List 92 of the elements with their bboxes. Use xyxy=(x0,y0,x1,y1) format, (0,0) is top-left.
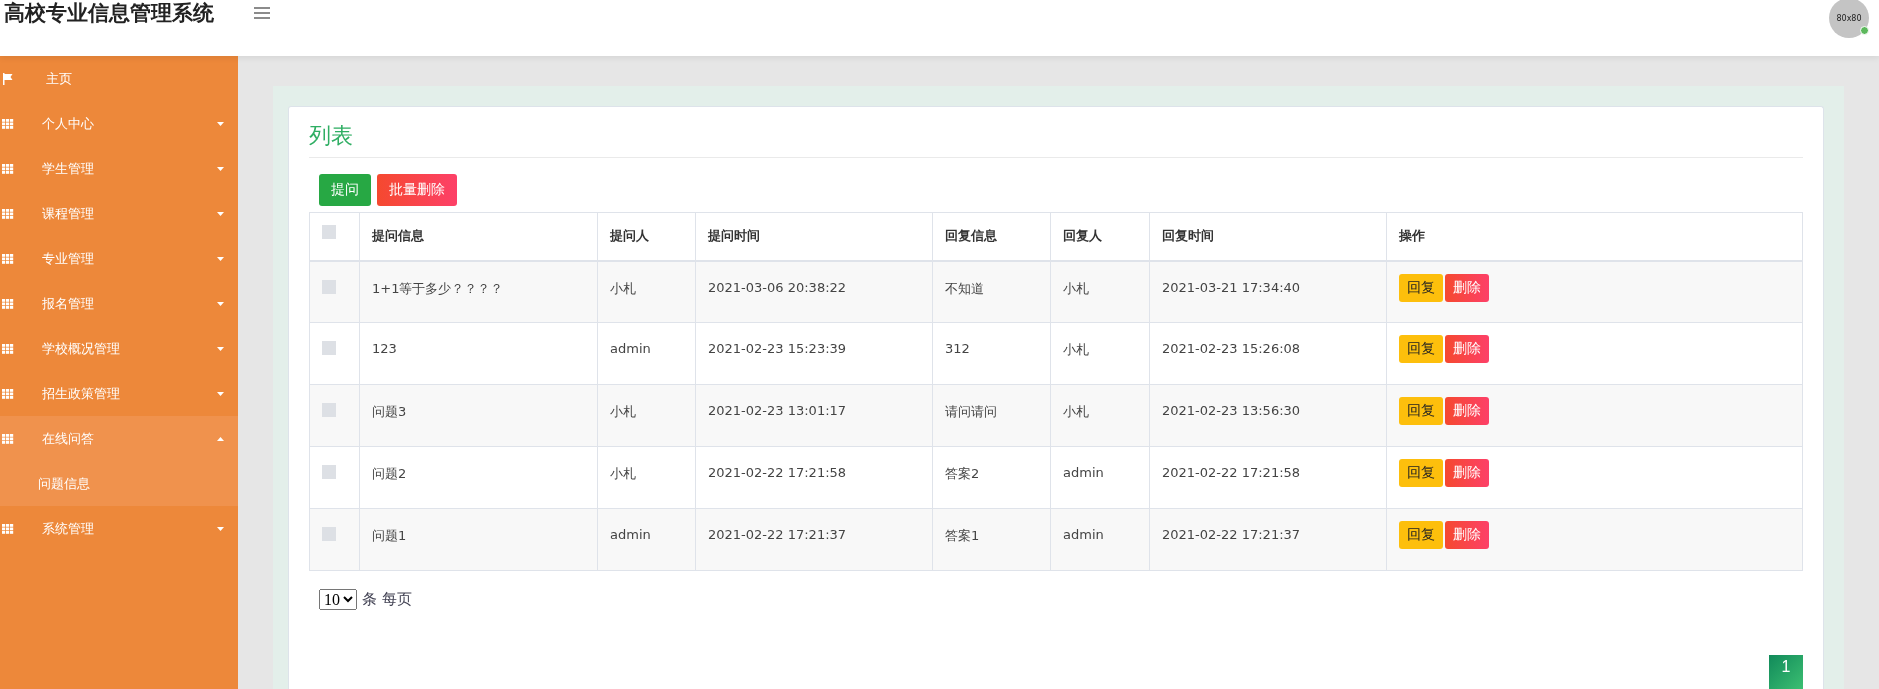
row-checkbox[interactable] xyxy=(322,341,336,355)
caret-icon xyxy=(217,391,224,396)
sidebar-item[interactable]: 学生管理 xyxy=(0,146,238,191)
reply-button[interactable]: 回复 xyxy=(1399,335,1443,363)
caret-icon xyxy=(217,526,224,531)
sidebar-item[interactable]: 在线问答 xyxy=(0,416,238,461)
grid-icon xyxy=(2,388,14,399)
column-header: 操作 xyxy=(1386,212,1803,261)
table-cell: admin xyxy=(597,508,696,571)
table-cell: admin xyxy=(1050,508,1150,571)
sidebar-item[interactable]: 个人中心 xyxy=(0,101,238,146)
reply-button[interactable]: 回复 xyxy=(1399,273,1443,302)
reply-button[interactable]: 回复 xyxy=(1399,459,1443,487)
page-size-label: 条 每页 xyxy=(362,590,412,609)
table-cell: 小札 xyxy=(1050,260,1150,323)
table-cell: 请问请问 xyxy=(932,384,1051,447)
row-checkbox[interactable] xyxy=(322,403,336,417)
sidebar-subitem[interactable]: 问题信息 xyxy=(0,461,238,506)
table-cell: 312 xyxy=(932,322,1051,385)
column-header: 回复信息 xyxy=(932,212,1051,261)
table-cell: 问题2 xyxy=(359,446,598,509)
column-header: 提问时间 xyxy=(695,212,933,261)
table-cell: 2021-03-06 20:38:22 xyxy=(695,260,933,323)
page-button[interactable]: 1 xyxy=(1769,655,1803,689)
sidebar-item[interactable]: 学校概况管理 xyxy=(0,326,238,371)
grid-icon xyxy=(2,523,14,534)
delete-button[interactable]: 删除 xyxy=(1445,459,1489,487)
menu-icon[interactable] xyxy=(254,7,270,19)
column-header: 回复时间 xyxy=(1149,212,1387,261)
reply-button[interactable]: 回复 xyxy=(1399,521,1443,549)
grid-icon xyxy=(2,253,14,264)
caret-icon xyxy=(217,211,224,216)
sidebar-item[interactable]: 专业管理 xyxy=(0,236,238,281)
row-checkbox[interactable] xyxy=(322,465,336,479)
page-size-select[interactable]: 10 xyxy=(319,589,357,610)
row-checkbox[interactable] xyxy=(322,527,336,541)
caret-icon xyxy=(217,121,224,126)
table-cell: 问题1 xyxy=(359,508,598,571)
table-cell: 问题3 xyxy=(359,384,598,447)
panel-title: 列表 xyxy=(309,121,1803,158)
table-cell: 2021-02-23 15:26:08 xyxy=(1149,322,1387,385)
table-cell: 2021-02-22 17:21:58 xyxy=(1149,446,1387,509)
table-cell: admin xyxy=(597,322,696,385)
delete-button[interactable]: 删除 xyxy=(1445,273,1489,302)
toolbar-button[interactable]: 批量删除 xyxy=(377,174,457,206)
caret-icon xyxy=(217,256,224,261)
grid-icon xyxy=(2,433,14,444)
table-cell: admin xyxy=(1050,446,1150,509)
caret-icon xyxy=(217,301,224,306)
table-cell: 2021-02-22 17:21:37 xyxy=(1149,508,1387,571)
column-header: 提问人 xyxy=(597,212,696,261)
table-cell: 小札 xyxy=(1050,322,1150,385)
table-cell: 1+1等于多少？？？？ xyxy=(359,260,598,323)
column-header: 提问信息 xyxy=(359,212,598,261)
table-cell: 2021-02-23 13:01:17 xyxy=(695,384,933,447)
table-cell: 2021-02-23 15:23:39 xyxy=(695,322,933,385)
table-cell: 2021-03-21 17:34:40 xyxy=(1149,260,1387,323)
table-cell: 答案1 xyxy=(932,508,1051,571)
grid-icon xyxy=(2,118,14,129)
table-cell: 小札 xyxy=(597,384,696,447)
toolbar-button[interactable]: 提问 xyxy=(319,174,371,206)
grid-icon xyxy=(2,163,14,174)
avatar[interactable]: 80x80 xyxy=(1829,0,1869,38)
delete-button[interactable]: 删除 xyxy=(1445,521,1489,549)
table-cell: 2021-02-23 13:56:30 xyxy=(1149,384,1387,447)
table-cell: 小札 xyxy=(1050,384,1150,447)
sidebar-item[interactable]: 课程管理 xyxy=(0,191,238,236)
table-cell: 答案2 xyxy=(932,446,1051,509)
app-title: 高校专业信息管理系统 xyxy=(4,0,214,27)
sidebar-item[interactable]: 系统管理 xyxy=(0,506,238,551)
caret-icon xyxy=(217,436,224,441)
delete-button[interactable]: 删除 xyxy=(1445,335,1489,363)
sidebar-item[interactable]: 招生政策管理 xyxy=(0,371,238,416)
table-cell: 小札 xyxy=(597,446,696,509)
column-header: 回复人 xyxy=(1050,212,1150,261)
row-checkbox[interactable] xyxy=(322,279,336,294)
reply-button[interactable]: 回复 xyxy=(1399,397,1443,425)
grid-icon xyxy=(2,208,14,219)
caret-icon xyxy=(217,346,224,351)
sidebar-item[interactable]: 主页 xyxy=(0,56,238,101)
caret-icon xyxy=(217,166,224,171)
flag-icon xyxy=(2,72,14,85)
table-cell: 不知道 xyxy=(932,260,1051,323)
table-cell: 123 xyxy=(359,322,598,385)
sidebar-item[interactable]: 报名管理 xyxy=(0,281,238,326)
table-cell: 2021-02-22 17:21:37 xyxy=(695,508,933,571)
table-cell: 2021-02-22 17:21:58 xyxy=(695,446,933,509)
delete-button[interactable]: 删除 xyxy=(1445,397,1489,425)
grid-icon xyxy=(2,343,14,354)
grid-icon xyxy=(2,298,14,309)
table-cell: 小札 xyxy=(597,260,696,323)
select-all-checkbox[interactable] xyxy=(322,225,336,239)
